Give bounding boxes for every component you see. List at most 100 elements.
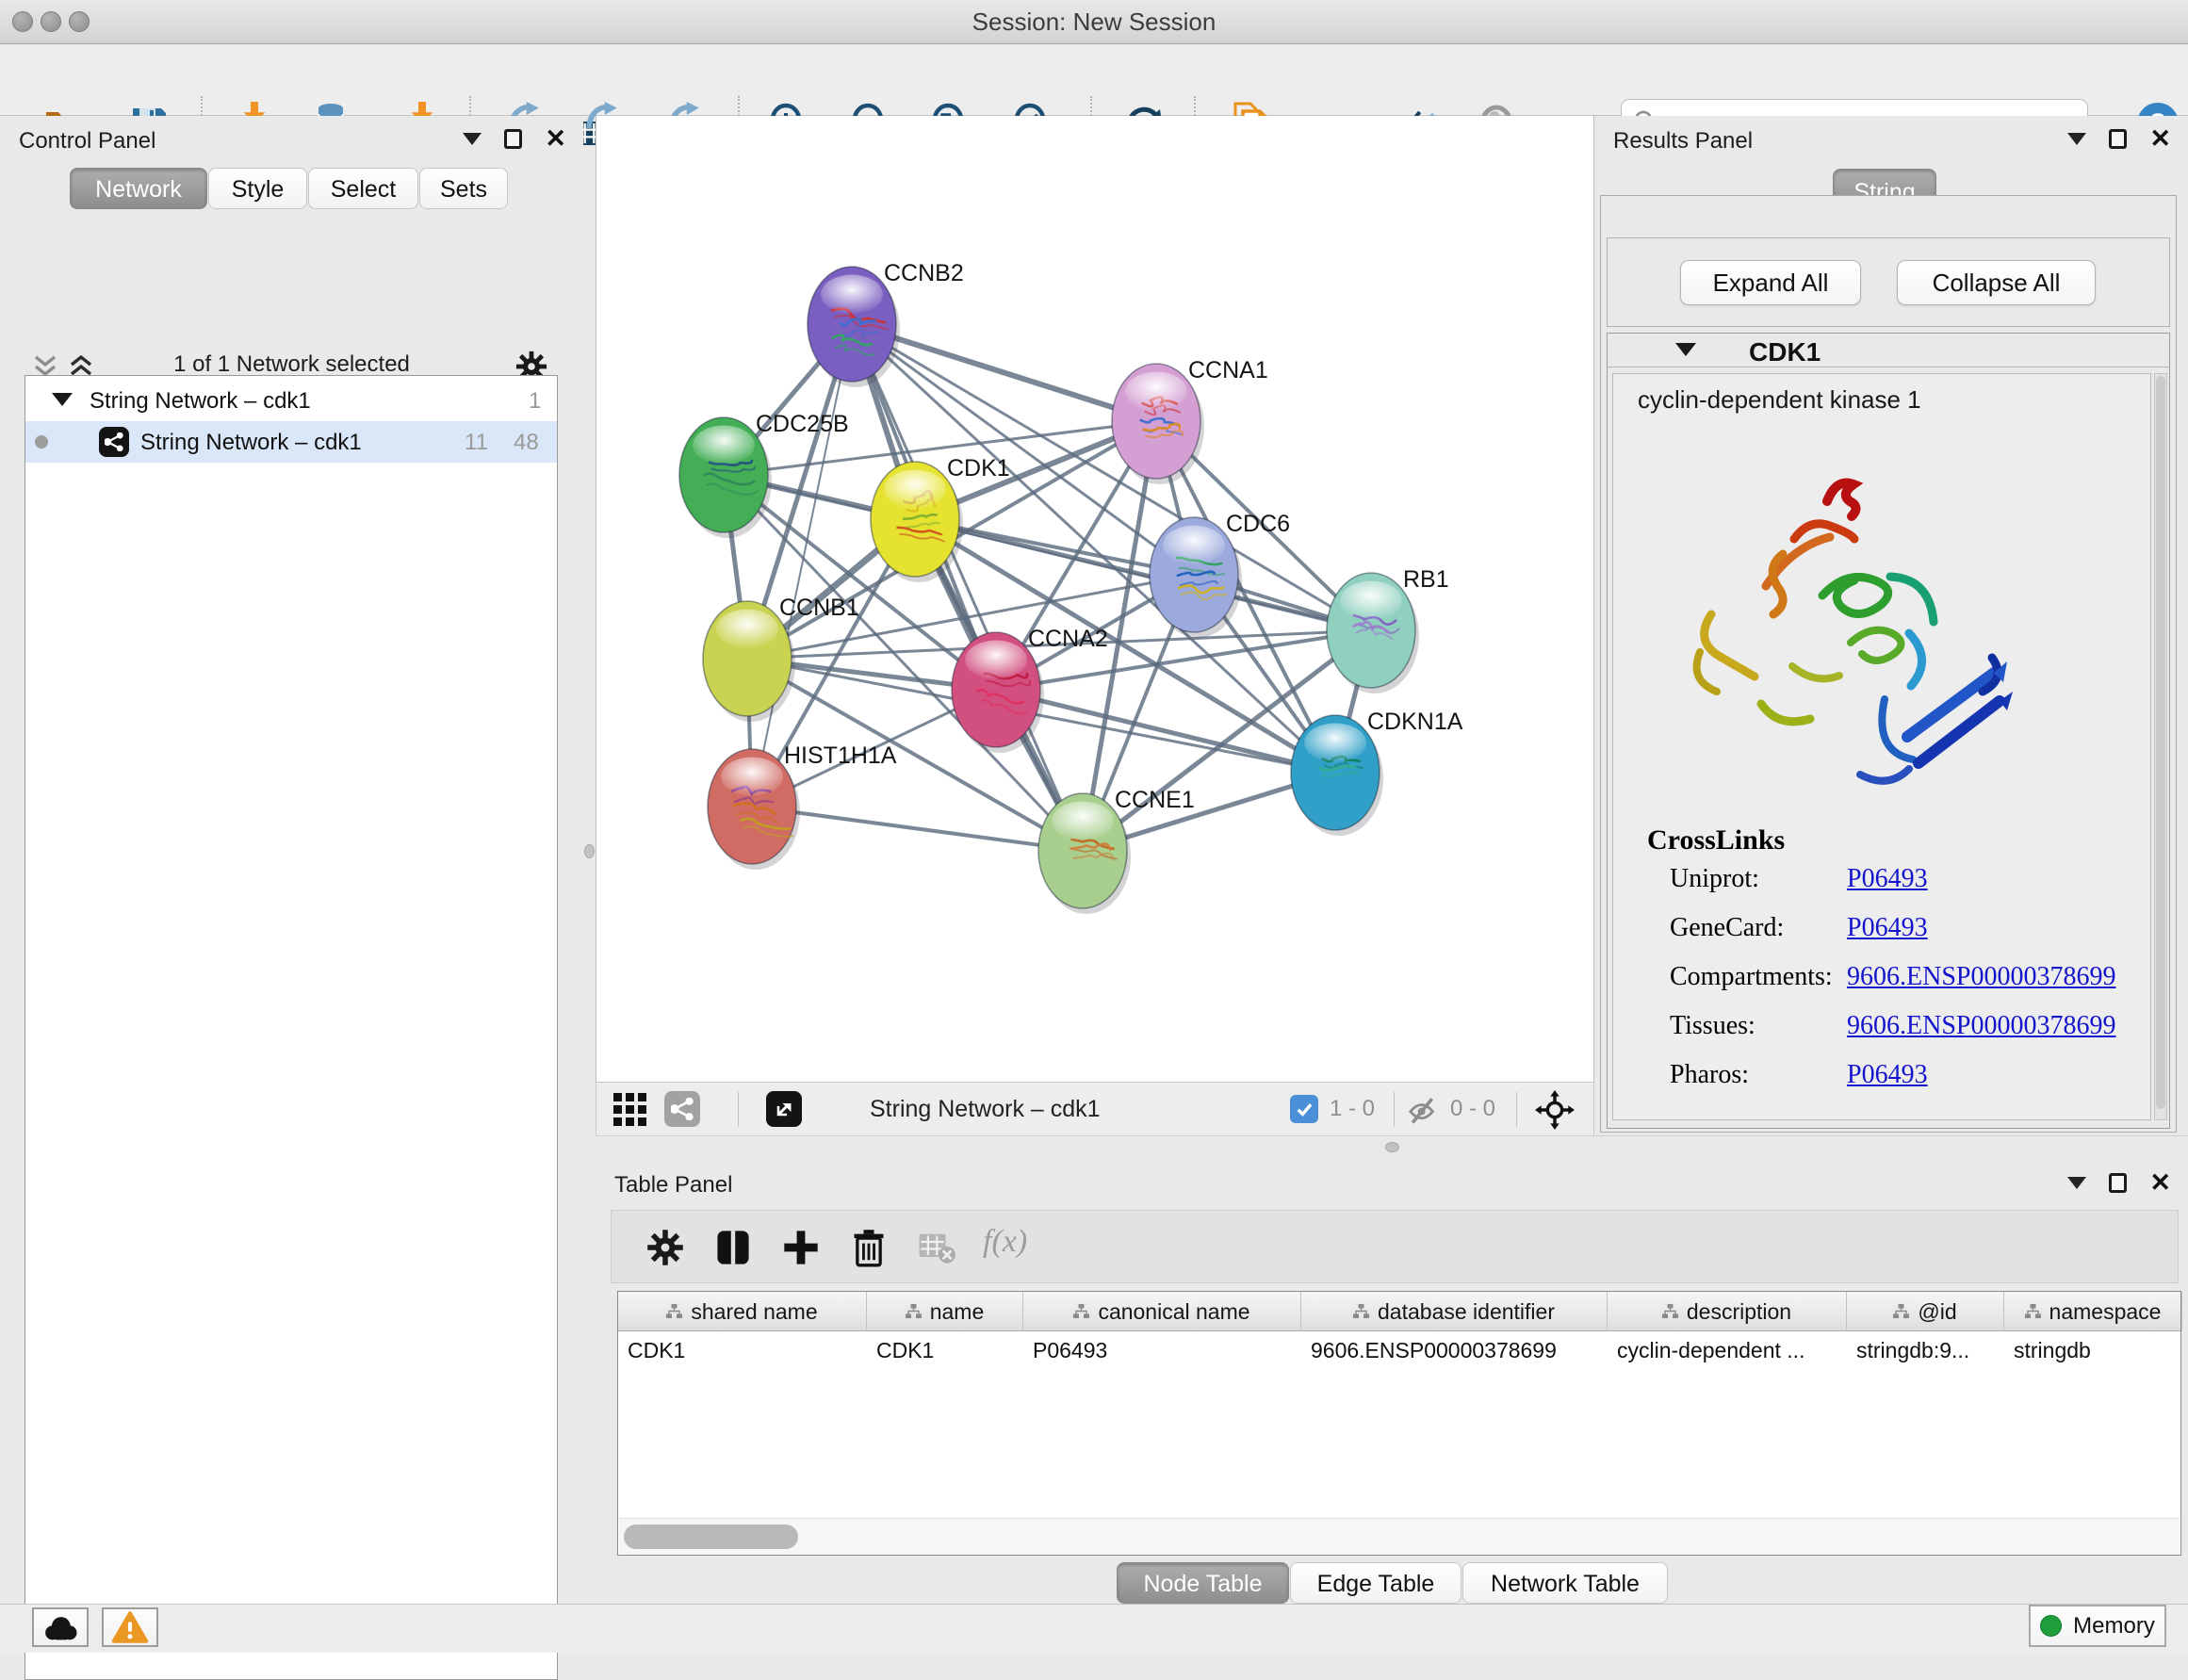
table-cell[interactable]: cyclin-dependent ... xyxy=(1608,1331,1847,1369)
hierarchy-icon xyxy=(906,1304,922,1319)
crosslink-row: Tissues:9606.ENSP00000378699 xyxy=(1613,1011,2150,1060)
table-cell[interactable]: P06493 xyxy=(1023,1331,1301,1369)
crosslink-label: Compartments: xyxy=(1670,962,1833,992)
table-cell[interactable]: CDK1 xyxy=(618,1331,867,1369)
main-toolbar: ? xyxy=(0,44,2188,116)
network-collection-row[interactable]: String Network – cdk1 1 xyxy=(25,380,557,421)
left-splitter-handle[interactable] xyxy=(584,844,595,858)
table-row[interactable]: CDK1CDK1P064939606.ENSP00000378699cyclin… xyxy=(618,1331,2180,1369)
maximize-panel-icon[interactable] xyxy=(504,129,522,149)
table-settings-gear-icon[interactable] xyxy=(645,1228,685,1267)
node-label-CDC25B: CDC25B xyxy=(756,411,849,437)
network-edges[interactable] xyxy=(724,324,1371,851)
expand-collapse-box: Expand All Collapse All xyxy=(1607,237,2170,327)
selected-checkbox-icon[interactable] xyxy=(1290,1095,1318,1123)
add-column-icon[interactable] xyxy=(781,1228,821,1267)
crosslink-label: Uniprot: xyxy=(1670,864,1759,894)
close-panel-icon[interactable]: ✕ xyxy=(545,129,566,149)
node-label-CCNE1: CCNE1 xyxy=(1115,787,1195,813)
view-toolbar-separator xyxy=(1516,1092,1517,1127)
close-panel-icon[interactable]: ✕ xyxy=(2149,129,2171,149)
table-cell[interactable]: stringdb:9... xyxy=(1847,1331,2004,1369)
network-view-icon[interactable] xyxy=(664,1091,700,1127)
tab-node-table[interactable]: Node Table xyxy=(1117,1562,1289,1604)
birds-eye-crosshair-icon[interactable] xyxy=(1535,1090,1575,1130)
node-label-CDKN1A: CDKN1A xyxy=(1367,709,1463,735)
column-header-canonical-name[interactable]: canonical name xyxy=(1023,1292,1301,1331)
view-toolbar-separator xyxy=(1394,1092,1395,1127)
hierarchy-icon xyxy=(2025,1304,2041,1319)
node-label-RB1: RB1 xyxy=(1403,566,1449,593)
tab-style[interactable]: Style xyxy=(208,168,307,209)
hidden-eye-icon[interactable] xyxy=(1405,1092,1443,1128)
table-panel: Table Panel ✕ f(x) shared namenamecanoni… xyxy=(596,1161,2188,1604)
table-horizontal-scrollbar[interactable] xyxy=(619,1518,2180,1554)
column-header-@id[interactable]: @id xyxy=(1847,1292,2004,1331)
table-cell[interactable]: 9606.ENSP00000378699 xyxy=(1301,1331,1608,1369)
hierarchy-icon xyxy=(1353,1304,1369,1319)
float-panel-icon[interactable] xyxy=(2067,1177,2086,1189)
results-panel: Results Panel ✕ String Expand All Collap… xyxy=(1594,116,2188,1161)
tab-select[interactable]: Select xyxy=(308,168,418,209)
show-columns-icon[interactable] xyxy=(713,1228,753,1267)
table-panel-title: Table Panel xyxy=(614,1172,732,1199)
detach-view-icon[interactable] xyxy=(766,1091,802,1127)
expand-all-button[interactable]: Expand All xyxy=(1680,260,1861,305)
crosslink-row: GeneCard: P06493 xyxy=(1613,913,2150,962)
collection-count: 1 xyxy=(529,388,541,415)
status-bar: Memory xyxy=(0,1604,2188,1653)
gene-section-header[interactable]: CDK1 xyxy=(1608,334,2169,367)
title-bar: Session: New Session xyxy=(0,0,2188,44)
network-status-dot xyxy=(35,435,48,449)
hidden-node-edge-counts: 0 - 0 xyxy=(1450,1096,1495,1122)
crosslink-row: Pharos:P06493 xyxy=(1613,1060,2150,1109)
control-panel-title: Control Panel xyxy=(19,128,155,155)
column-header-name[interactable]: name xyxy=(867,1292,1023,1331)
close-panel-icon[interactable]: ✕ xyxy=(2149,1173,2171,1193)
horizontal-splitter[interactable] xyxy=(596,1135,2188,1161)
warning-status-button[interactable] xyxy=(102,1607,158,1647)
tab-network-table[interactable]: Network Table xyxy=(1462,1562,1668,1604)
crosslink-link[interactable]: P06493 xyxy=(1847,1060,1928,1090)
network-node-count: 11 xyxy=(465,430,488,456)
maximize-panel-icon[interactable] xyxy=(2109,129,2127,149)
column-header-shared-name[interactable]: shared name xyxy=(618,1292,867,1331)
delete-column-trash-icon[interactable] xyxy=(849,1228,889,1267)
crosslink-link[interactable]: P06493 xyxy=(1847,864,1928,894)
tab-sets[interactable]: Sets xyxy=(419,168,508,209)
table-cell[interactable]: stringdb xyxy=(2004,1331,2182,1369)
column-header-database-identifier[interactable]: database identifier xyxy=(1301,1292,1608,1331)
column-header-description[interactable]: description xyxy=(1608,1292,1847,1331)
column-header-namespace[interactable]: namespace xyxy=(2004,1292,2182,1331)
tab-network[interactable]: Network xyxy=(70,168,207,209)
collapse-tree-icon[interactable] xyxy=(52,393,73,406)
view-toolbar-separator xyxy=(738,1092,739,1127)
network-row[interactable]: String Network – cdk1 11 48 xyxy=(25,421,557,463)
table-header-row: shared namenamecanonical namedatabase id… xyxy=(618,1292,2180,1331)
crosslink-label: GeneCard: xyxy=(1670,913,1784,943)
cloud-status-button[interactable] xyxy=(32,1607,89,1647)
network-tree: String Network – cdk1 1 String Network –… xyxy=(24,375,558,1680)
cloud-icon xyxy=(41,1612,79,1642)
maximize-panel-icon[interactable] xyxy=(2109,1173,2127,1193)
memory-button[interactable]: Memory xyxy=(2029,1605,2166,1647)
float-panel-icon[interactable] xyxy=(463,133,482,145)
window-title: Session: New Session xyxy=(0,0,2188,44)
table-cell[interactable]: CDK1 xyxy=(867,1331,1023,1369)
network-canvas[interactable]: CCNB2CCNA1CDC25BCDK1CDC6RB1CCNB1CCNA2CDK… xyxy=(596,116,1594,1082)
grid-view-icon[interactable] xyxy=(613,1093,647,1127)
crosslink-link[interactable]: 9606.ENSP00000378699 xyxy=(1847,962,2115,992)
results-scrollbar[interactable] xyxy=(2154,373,2167,1120)
float-panel-icon[interactable] xyxy=(2067,133,2086,145)
crosslinks-title: CrossLinks xyxy=(1647,824,1785,856)
gene-section-cdk1: CDK1 cyclin-dependent kinase 1 xyxy=(1607,333,2170,1129)
network-selection-status: 1 of 1 Network selected xyxy=(0,351,583,378)
node-label-CDK1: CDK1 xyxy=(947,455,1010,481)
collapse-all-button[interactable]: Collapse All xyxy=(1897,260,2096,305)
collapse-section-icon[interactable] xyxy=(1675,343,1696,356)
crosslink-link[interactable]: 9606.ENSP00000378699 xyxy=(1847,1011,2115,1041)
hierarchy-icon xyxy=(1662,1304,1678,1319)
tab-edge-table[interactable]: Edge Table xyxy=(1290,1562,1461,1604)
crosslink-link[interactable]: P06493 xyxy=(1847,913,1928,943)
network-view-toolbar: String Network – cdk1 1 - 0 0 - 0 xyxy=(596,1082,1594,1135)
